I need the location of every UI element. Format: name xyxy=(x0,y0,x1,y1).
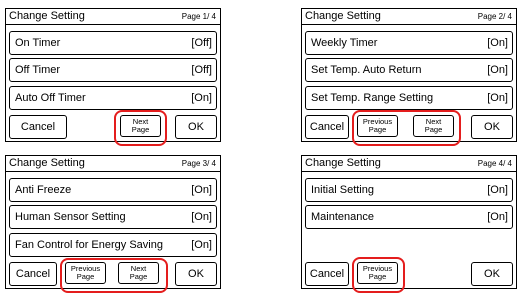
setting-value: [On] xyxy=(487,184,508,196)
ok-button-label: OK xyxy=(484,121,500,133)
setting-value: [On] xyxy=(191,184,212,196)
panel-header: Change Setting Page 4/ 4 xyxy=(302,156,516,172)
page-indicator: Page 1/ 4 xyxy=(181,12,216,21)
panel-header: Change Setting Page 1/ 4 xyxy=(6,9,220,25)
previous-page-label-line2: Page xyxy=(368,125,387,134)
settings-panel-page-2: Change Setting Page 2/ 4 Weekly Timer [O… xyxy=(301,8,517,151)
page-indicator: Page 2/ 4 xyxy=(477,12,512,21)
ok-button-label: OK xyxy=(188,268,204,280)
cancel-button-label: Cancel xyxy=(309,268,345,280)
setting-label: Auto Off Timer xyxy=(15,92,86,104)
panel-title: Change Setting xyxy=(305,157,381,169)
setting-label: Fan Control for Energy Saving xyxy=(15,239,163,251)
setting-row-on-timer[interactable]: On Timer [Off] xyxy=(9,31,217,55)
next-page-label-line2: Page xyxy=(424,125,443,134)
next-page-button[interactable]: Next Page xyxy=(413,115,454,137)
ok-button-label: OK xyxy=(188,121,204,133)
ok-button[interactable]: OK xyxy=(471,262,513,286)
ok-button[interactable]: OK xyxy=(175,262,217,286)
ok-button[interactable]: OK xyxy=(175,115,217,139)
setting-row-anti-freeze[interactable]: Anti Freeze [On] xyxy=(9,178,217,202)
setting-value: [On] xyxy=(487,37,508,49)
setting-label: Human Sensor Setting xyxy=(15,211,126,223)
setting-row-fan-control[interactable]: Fan Control for Energy Saving [On] xyxy=(9,233,217,257)
setting-value: [On] xyxy=(191,211,212,223)
previous-page-label-line2: Page xyxy=(368,272,387,281)
previous-page-label-line2: Page xyxy=(76,272,95,281)
setting-row-set-temp-auto-return[interactable]: Set Temp. Auto Return [On] xyxy=(305,58,513,82)
setting-value: [On] xyxy=(487,92,508,104)
setting-label: Off Timer xyxy=(15,64,61,76)
settings-panel-page-1: Change Setting Page 1/ 4 On Timer [Off] … xyxy=(5,8,221,151)
next-page-label-line2: Page xyxy=(129,272,148,281)
page-indicator: Page 3/ 4 xyxy=(181,159,216,168)
cancel-button[interactable]: Cancel xyxy=(9,115,67,139)
setting-row-initial-setting[interactable]: Initial Setting [On] xyxy=(305,178,513,202)
setting-row-human-sensor[interactable]: Human Sensor Setting [On] xyxy=(9,205,217,229)
next-page-button[interactable]: Next Page xyxy=(120,115,161,137)
setting-label: Maintenance xyxy=(311,211,374,223)
setting-label: Anti Freeze xyxy=(15,184,72,196)
setting-value: [On] xyxy=(487,64,508,76)
panel-title: Change Setting xyxy=(305,10,381,22)
previous-page-button[interactable]: Previous Page xyxy=(357,262,398,284)
cancel-button-label: Cancel xyxy=(309,121,345,133)
setting-row-auto-off-timer[interactable]: Auto Off Timer [On] xyxy=(9,86,217,110)
cancel-button[interactable]: Cancel xyxy=(9,262,57,286)
next-page-button[interactable]: Next Page xyxy=(118,262,159,284)
cancel-button[interactable]: Cancel xyxy=(305,262,349,286)
cancel-button-label: Cancel xyxy=(15,268,51,280)
setting-value: [Off] xyxy=(191,64,212,76)
cancel-button[interactable]: Cancel xyxy=(305,115,349,139)
setting-value: [On] xyxy=(487,211,508,223)
setting-label: Set Temp. Auto Return xyxy=(311,64,422,76)
settings-panel-page-4: Change Setting Page 4/ 4 Initial Setting… xyxy=(301,155,517,295)
panel-header: Change Setting Page 2/ 4 xyxy=(302,9,516,25)
settings-panel-page-3: Change Setting Page 3/ 4 Anti Freeze [On… xyxy=(5,155,221,295)
setting-label: Weekly Timer xyxy=(311,37,378,49)
panel-title: Change Setting xyxy=(9,157,85,169)
previous-page-button[interactable]: Previous Page xyxy=(357,115,398,137)
cancel-button-label: Cancel xyxy=(20,121,56,133)
panel-title: Change Setting xyxy=(9,10,85,22)
next-page-label-line2: Page xyxy=(131,125,150,134)
setting-label: Set Temp. Range Setting xyxy=(311,92,434,104)
panel-header: Change Setting Page 3/ 4 xyxy=(6,156,220,172)
setting-value: [On] xyxy=(191,92,212,104)
setting-row-weekly-timer[interactable]: Weekly Timer [On] xyxy=(305,31,513,55)
ok-button[interactable]: OK xyxy=(471,115,513,139)
previous-page-button[interactable]: Previous Page xyxy=(65,262,106,284)
setting-value: [Off] xyxy=(191,37,212,49)
setting-label: On Timer xyxy=(15,37,61,49)
setting-value: [On] xyxy=(191,239,212,251)
setting-label: Initial Setting xyxy=(311,184,374,196)
ok-button-label: OK xyxy=(484,268,500,280)
setting-row-set-temp-range[interactable]: Set Temp. Range Setting [On] xyxy=(305,86,513,110)
setting-row-off-timer[interactable]: Off Timer [Off] xyxy=(9,58,217,82)
setting-row-maintenance[interactable]: Maintenance [On] xyxy=(305,205,513,229)
page-indicator: Page 4/ 4 xyxy=(477,159,512,168)
